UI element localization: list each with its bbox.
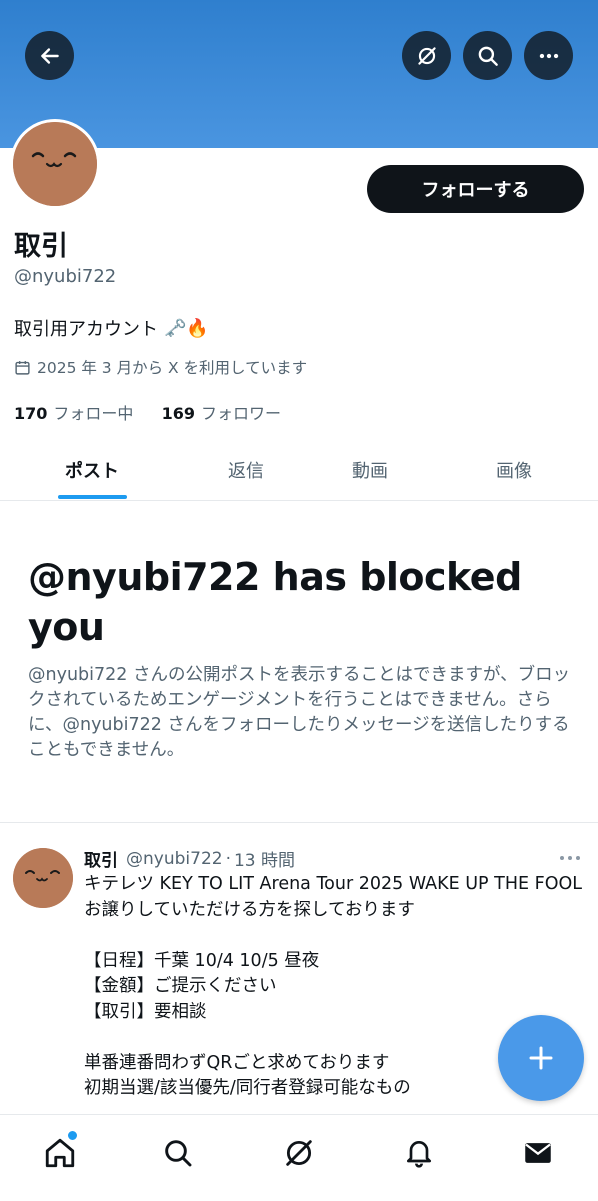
profile-bio: 取引用アカウント 🗝️🔥 — [14, 315, 209, 341]
active-tab-indicator — [58, 495, 127, 499]
grok-button[interactable] — [402, 31, 451, 80]
joined-date: 2025 年 3 月から X を利用しています — [14, 356, 307, 378]
profile-banner — [0, 0, 598, 148]
blocked-title: @nyubi722 has blocked you — [28, 555, 522, 649]
more-icon — [539, 53, 558, 58]
tab-posts[interactable]: ポスト — [0, 440, 184, 500]
post-author-name[interactable]: 取引 — [84, 846, 118, 871]
followers-count: 169 — [161, 404, 196, 423]
bio-text: 取引用アカウント — [14, 319, 158, 340]
joined-text: 2025 年 3 月から X を利用しています — [37, 359, 308, 377]
follow-button[interactable]: フォローする — [367, 165, 584, 213]
search-icon — [478, 46, 498, 66]
post-author-handle[interactable]: @nyubi722 — [126, 849, 223, 869]
post-more-icon[interactable] — [558, 848, 582, 868]
bottom-nav — [0, 1114, 598, 1201]
blocked-message: @nyubi722 さんの公開ポストを表示することはできますが、ブロックされてい… — [28, 665, 571, 760]
nav-notifications[interactable] — [399, 1133, 439, 1173]
home-icon — [45, 1138, 75, 1168]
back-button[interactable] — [25, 31, 74, 80]
avatar-face-icon — [13, 122, 97, 206]
nav-grok[interactable] — [279, 1133, 319, 1173]
search-icon — [165, 1140, 192, 1167]
follow-stats: 170 フォロー中 169 フォロワー — [14, 400, 281, 424]
tab-videos[interactable]: 動画 — [308, 440, 432, 500]
arrow-left-icon — [40, 47, 59, 64]
nav-search[interactable] — [158, 1133, 198, 1173]
post-time[interactable]: 13 時間 — [234, 846, 295, 871]
followers-label: フォロワー — [201, 404, 282, 423]
profile-handle: @nyubi722 — [14, 266, 117, 287]
post-avatar[interactable] — [13, 848, 73, 908]
profile-name: 取引 — [14, 231, 68, 262]
search-button[interactable] — [463, 31, 512, 80]
post-header: 取引 @nyubi722 · 13 時間 — [84, 846, 295, 872]
grok-icon — [417, 46, 436, 65]
calendar-icon — [15, 360, 30, 375]
following-link[interactable]: 170 フォロー中 — [14, 404, 133, 423]
nav-messages[interactable] — [518, 1133, 558, 1173]
divider — [0, 822, 598, 823]
plus-icon — [529, 1046, 553, 1070]
post-separator: · — [225, 848, 231, 869]
compose-button[interactable] — [498, 1015, 584, 1101]
bio-emojis: 🗝️🔥 — [164, 317, 209, 339]
grok-icon — [286, 1140, 312, 1166]
tab-replies[interactable]: 返信 — [184, 440, 308, 500]
following-label: フォロー中 — [53, 404, 134, 423]
bell-icon — [407, 1141, 431, 1168]
tab-images[interactable]: 画像 — [450, 440, 578, 500]
profile-tabs: ポスト 返信 動画 画像 — [0, 440, 598, 501]
profile-avatar[interactable] — [10, 119, 100, 209]
following-count: 170 — [14, 404, 48, 423]
followers-link[interactable]: 169 フォロワー — [162, 404, 281, 423]
home-notification-dot — [67, 1130, 78, 1141]
more-button[interactable] — [524, 31, 573, 80]
mail-icon — [525, 1143, 551, 1163]
